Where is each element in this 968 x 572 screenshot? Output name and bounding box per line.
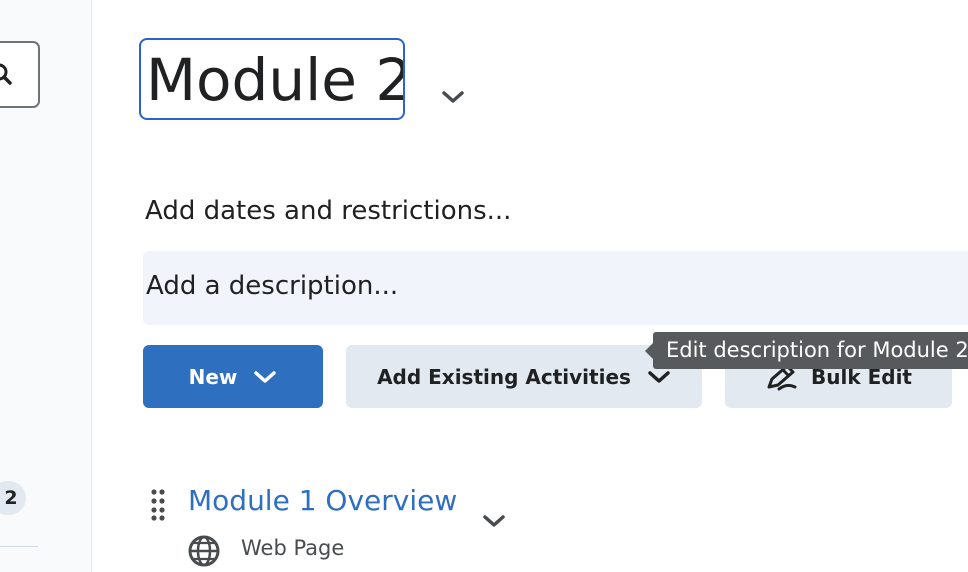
description-placeholder: Add a description... [146,271,399,301]
search-button[interactable] [0,41,40,108]
description-field[interactable]: Add a description... [143,251,968,325]
chevron-down-icon [647,369,671,385]
globe-icon [187,534,221,572]
item-type-label: Web Page [241,536,345,560]
chevron-down-icon[interactable] [441,89,465,109]
chevron-down-icon [253,369,277,385]
add-dates-link[interactable]: Add dates and restrictions... [145,196,511,226]
drag-handle-icon[interactable] [150,489,166,525]
count-badge: 2 [0,481,26,515]
new-button[interactable]: New [143,345,323,408]
sidebar-divider [0,546,38,547]
new-button-label: New [188,364,238,389]
module-title-input[interactable]: Module 2 [139,38,405,120]
description-tooltip: Edit description for Module 2 [645,332,968,369]
sidebar: 2 [0,0,92,572]
chevron-down-icon[interactable] [482,513,506,533]
item-title-link[interactable]: Module 1 Overview [188,484,457,517]
search-icon [0,63,12,85]
add-existing-label: Add Existing Activities [377,364,631,389]
